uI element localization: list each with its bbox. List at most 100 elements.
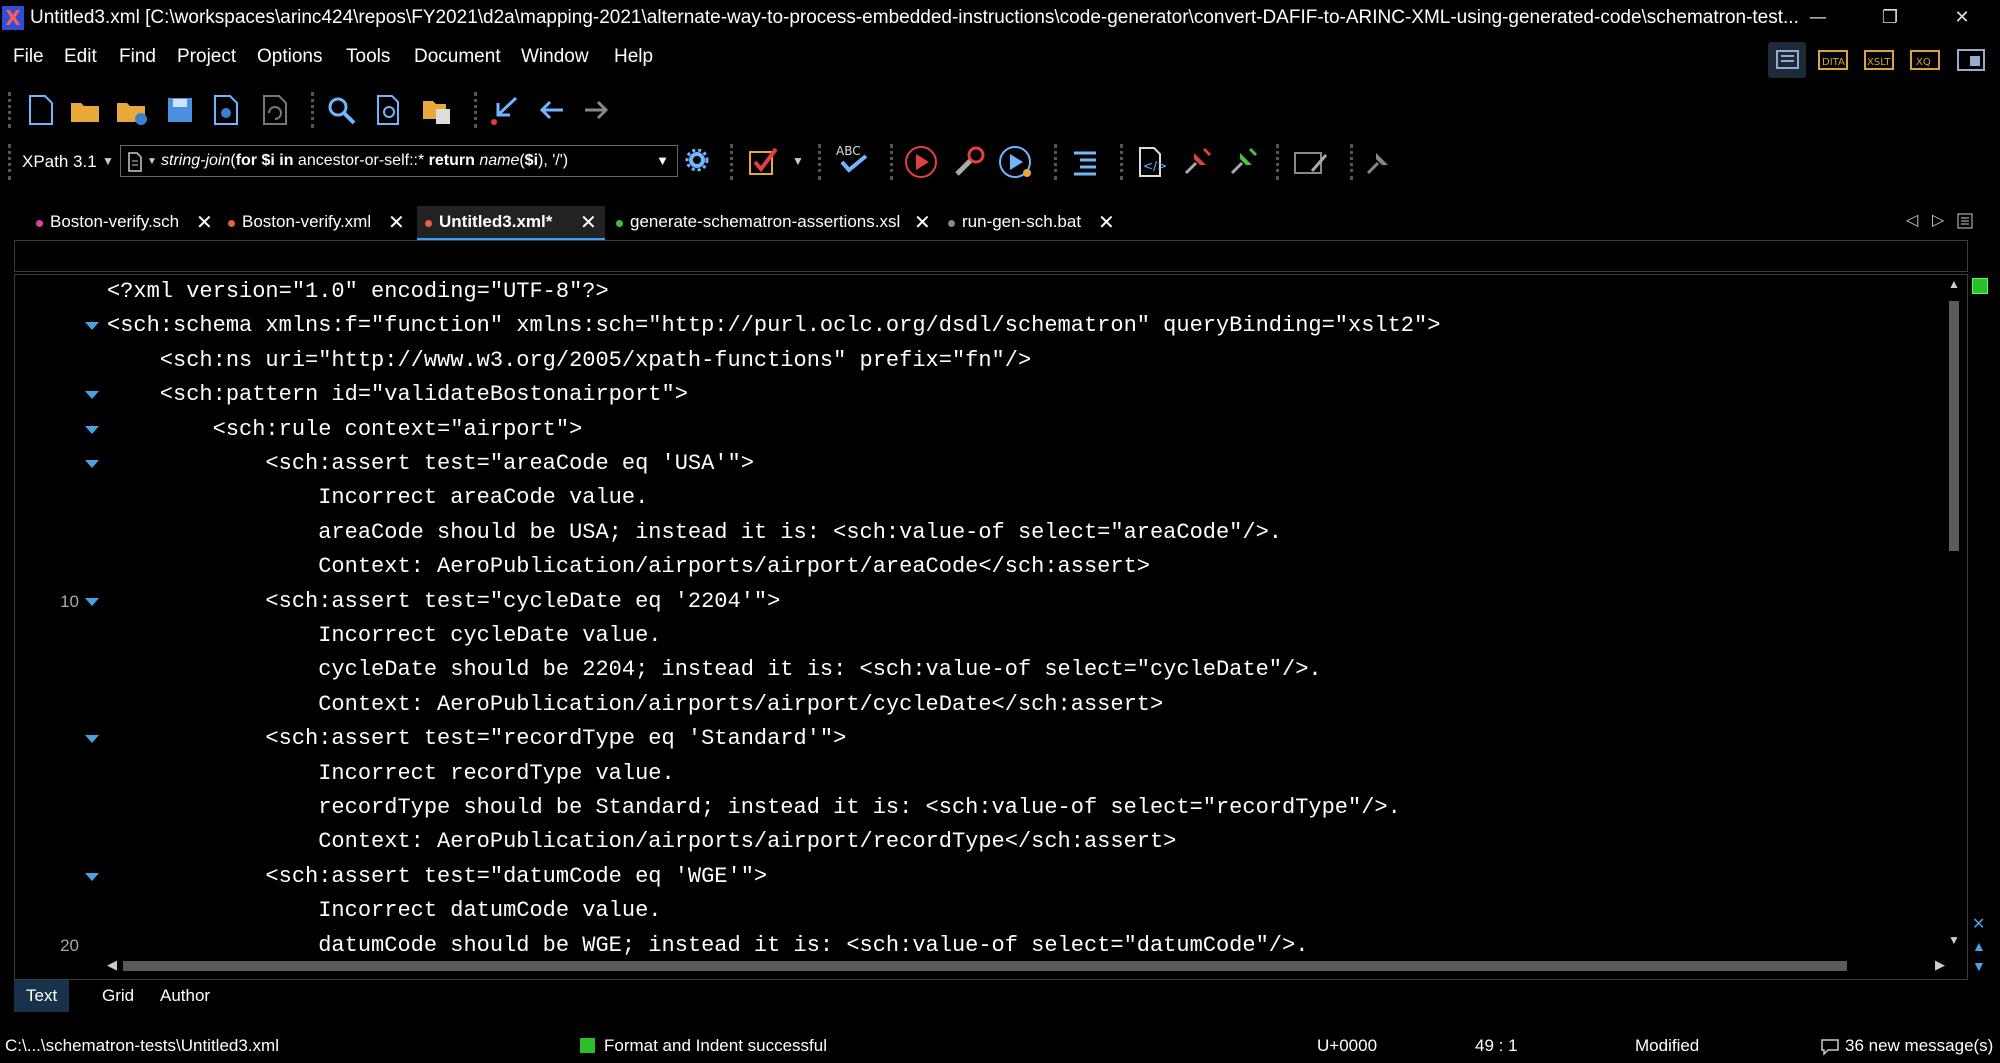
apply-transformation-play-icon[interactable] xyxy=(904,145,938,179)
code-line[interactable]: cycleDate should be 2204; instead it is:… xyxy=(107,653,1321,687)
next-bookmark-pin-icon[interactable] xyxy=(1226,145,1260,179)
code-line[interactable]: areaCode should be USA; instead it is: <… xyxy=(107,516,1282,550)
edit-attributes-icon[interactable] xyxy=(1292,145,1332,179)
fold-toggle-icon[interactable] xyxy=(85,391,99,399)
tab-generate-schematron-assertions-xsl[interactable]: generate-schematron-assertions.xsl ✕ xyxy=(608,206,938,240)
toggle-comment-icon[interactable]: </> xyxy=(1134,145,1168,179)
code-line[interactable]: Context: AeroPublication/airports/airpor… xyxy=(107,550,1150,584)
spell-check-icon[interactable]: ABC xyxy=(834,142,874,176)
code-line[interactable]: <sch:assert test="areaCode eq 'USA'"> xyxy=(107,447,753,481)
new-file-icon[interactable] xyxy=(23,93,57,127)
tab-scroll-right-icon[interactable]: ▷ xyxy=(1932,210,1944,230)
find-icon[interactable] xyxy=(324,93,358,127)
code-line[interactable]: Context: AeroPublication/airports/airpor… xyxy=(107,688,1163,722)
xpath-history-dropdown-icon[interactable]: ▼ xyxy=(147,156,157,167)
save-icon[interactable] xyxy=(163,93,197,127)
tab-scroll-left-icon[interactable]: ◁ xyxy=(1906,210,1918,230)
text-editor[interactable]: 10 20 <?xml version="1.0" encoding="UTF-8… xyxy=(14,274,1968,980)
menu-project[interactable]: Project xyxy=(177,46,236,68)
menu-edit[interactable]: Edit xyxy=(64,46,97,68)
code-line[interactable]: Incorrect cycleDate value. xyxy=(107,619,661,653)
scroll-right-icon[interactable]: ▶ xyxy=(1935,957,1945,973)
fold-toggle-icon[interactable] xyxy=(85,460,99,468)
next-marker-icon[interactable]: ▼ xyxy=(1972,958,1986,974)
scroll-left-icon[interactable]: ◀ xyxy=(107,957,117,973)
editor-perspective-button[interactable] xyxy=(1768,42,1806,78)
menu-find[interactable]: Find xyxy=(119,46,156,68)
horizontal-scrollbar[interactable]: ◀ ▶ xyxy=(107,955,1947,977)
close-tab-icon[interactable]: ✕ xyxy=(1098,210,1115,234)
validate-check-icon[interactable] xyxy=(746,144,780,178)
format-indent-icon[interactable] xyxy=(1068,145,1102,179)
fold-toggle-icon[interactable] xyxy=(85,322,99,330)
reload-icon[interactable] xyxy=(257,93,291,127)
fold-toggle-icon[interactable] xyxy=(85,735,99,743)
validate-dropdown-icon[interactable]: ▼ xyxy=(792,154,804,168)
menu-window[interactable]: Window xyxy=(521,46,589,68)
tab-boston-verify-xml[interactable]: Boston-verify.xml ✕ xyxy=(220,206,416,240)
menu-file[interactable]: File xyxy=(13,46,44,68)
code-line[interactable]: Incorrect recordType value. xyxy=(107,757,674,791)
tab-list-menu-icon[interactable] xyxy=(1956,212,1974,230)
configure-transformation-wrench-icon[interactable] xyxy=(952,145,986,179)
xquery-perspective-button[interactable]: XQ xyxy=(1906,42,1944,78)
close-tab-icon[interactable]: ✕ xyxy=(580,210,597,234)
code-area[interactable]: <?xml version="1.0" encoding="UTF-8"?> <s… xyxy=(107,275,1947,955)
pin-icon[interactable] xyxy=(1362,145,1396,179)
code-line[interactable]: <sch:assert test="datumCode eq 'WGE'"> xyxy=(107,860,767,894)
xpath-expression-dropdown-icon[interactable]: ▼ xyxy=(656,153,669,168)
code-line[interactable]: <sch:schema xmlns:f="function" xmlns:sch… xyxy=(107,309,1440,343)
menu-help[interactable]: Help xyxy=(614,46,653,68)
last-modification-icon[interactable] xyxy=(488,93,522,127)
xpath-settings-gear-icon[interactable] xyxy=(682,145,712,175)
xpath-version-dropdown-icon[interactable]: ▼ xyxy=(102,154,114,168)
tab-boston-verify-sch[interactable]: Boston-verify.sch ✕ xyxy=(28,206,224,240)
mode-text-tab[interactable]: Text xyxy=(14,980,70,1012)
code-line[interactable]: Incorrect datumCode value. xyxy=(107,894,661,928)
close-window-button[interactable]: ✕ xyxy=(1942,4,1982,32)
open-project-icon[interactable] xyxy=(420,93,454,127)
debug-scenario-icon[interactable] xyxy=(998,145,1032,179)
horizontal-scroll-thumb[interactable] xyxy=(123,961,1847,971)
save-to-url-icon[interactable] xyxy=(208,93,242,127)
open-url-icon[interactable] xyxy=(114,93,148,127)
code-line[interactable]: Context: AeroPublication/airports/airpor… xyxy=(107,825,1176,859)
back-arrow-icon[interactable] xyxy=(534,93,568,127)
xpath-version-selector[interactable]: XPath 3.1 xyxy=(22,152,97,172)
close-tab-icon[interactable]: ✕ xyxy=(196,210,213,234)
code-line[interactable]: <sch:ns uri="http://www.w3.org/2005/xpat… xyxy=(107,344,1031,378)
xpath-expression-input[interactable]: ▼ string-join(for $i in ancestor-or-self… xyxy=(120,145,678,177)
scroll-down-icon[interactable]: ▼ xyxy=(1948,933,1960,947)
vertical-scrollbar[interactable]: ▲ ▼ xyxy=(1943,275,1965,955)
database-perspective-button[interactable] xyxy=(1952,42,1990,78)
close-markers-icon[interactable]: ✕ xyxy=(1972,914,1985,934)
mode-grid-tab[interactable]: Grid xyxy=(90,980,146,1012)
forward-arrow-icon[interactable] xyxy=(580,93,614,127)
code-line[interactable]: <?xml version="1.0" encoding="UTF-8"?> xyxy=(107,275,609,309)
tab-run-gen-sch-bat[interactable]: run-gen-sch.bat ✕ xyxy=(940,206,1118,240)
code-line[interactable]: <sch:rule context="airport"> xyxy=(107,413,583,447)
tab-untitled3-xml[interactable]: Untitled3.xml* ✕ xyxy=(417,206,605,240)
code-line[interactable]: datumCode should be WGE; instead it is: … xyxy=(107,929,1308,955)
dita-perspective-button[interactable]: DITA xyxy=(1814,42,1852,78)
menu-options[interactable]: Options xyxy=(257,46,322,68)
open-folder-icon[interactable] xyxy=(68,93,102,127)
find-in-files-icon[interactable] xyxy=(372,93,406,127)
close-tab-icon[interactable]: ✕ xyxy=(388,210,405,234)
status-messages[interactable]: 36 new message(s) xyxy=(1845,1036,1993,1056)
code-line[interactable]: <sch:assert test="cycleDate eq '2204'"> xyxy=(107,585,780,619)
close-tab-icon[interactable]: ✕ xyxy=(914,210,931,234)
code-line[interactable]: <sch:pattern id="validateBostonairport"> xyxy=(107,378,688,412)
mode-author-tab[interactable]: Author xyxy=(148,980,222,1012)
menu-tools[interactable]: Tools xyxy=(346,46,390,68)
add-bookmark-pin-icon[interactable] xyxy=(1180,145,1214,179)
vertical-scroll-thumb[interactable] xyxy=(1949,301,1959,551)
code-line[interactable]: recordType should be Standard; instead i… xyxy=(107,791,1401,825)
messages-icon[interactable] xyxy=(1820,1038,1840,1056)
previous-marker-icon[interactable]: ▲ xyxy=(1972,938,1986,954)
code-line[interactable]: <sch:assert test="recordType eq 'Standar… xyxy=(107,722,846,756)
xslt-perspective-button[interactable]: XSLT xyxy=(1860,42,1898,78)
restore-button[interactable]: ❐ xyxy=(1870,4,1910,32)
fold-toggle-icon[interactable] xyxy=(85,426,99,434)
fold-toggle-icon[interactable] xyxy=(85,598,99,606)
